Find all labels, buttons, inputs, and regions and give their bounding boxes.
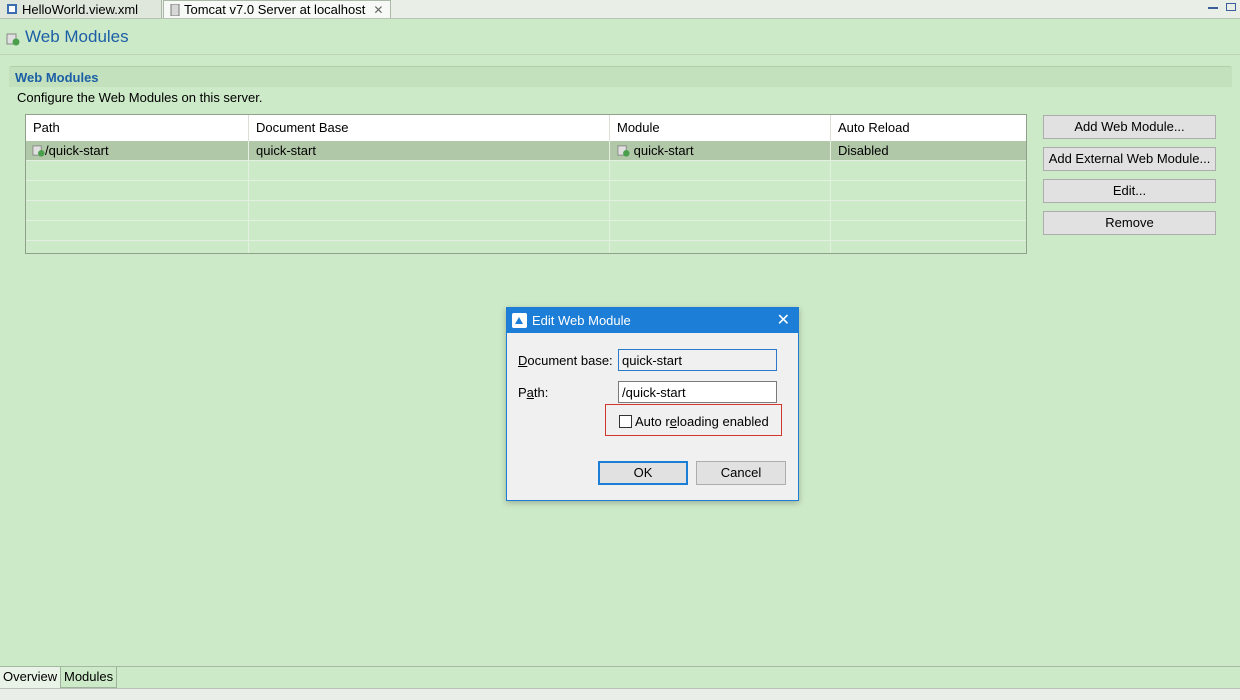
table-row-empty <box>26 181 1026 201</box>
server-file-icon <box>170 3 180 16</box>
tab-modules[interactable]: Modules <box>60 667 118 688</box>
table-row[interactable]: /quick-start quick-start quick-start Dis… <box>26 141 1026 161</box>
tab-tomcat-server[interactable]: Tomcat v7.0 Server at localhost ✕ <box>163 0 391 18</box>
column-header-path[interactable]: Path <box>26 115 249 141</box>
minimize-icon[interactable] <box>1208 7 1218 9</box>
editor-tab-bar: HelloWorld.view.xml Tomcat v7.0 Server a… <box>0 0 1240 19</box>
cell-document-base: quick-start <box>249 141 610 161</box>
ok-button[interactable]: OK <box>598 461 688 485</box>
cell-module: quick-start <box>610 141 831 161</box>
section-title-bar <box>9 66 1232 87</box>
tab-label: Tomcat v7.0 Server at localhost <box>184 2 366 17</box>
table-row-empty <box>26 241 1026 253</box>
editor-page-tabs: Overview Modules <box>0 666 1240 688</box>
column-header-document-base[interactable]: Document Base <box>249 115 610 141</box>
path-input[interactable] <box>618 381 777 403</box>
path-label: Path: <box>518 385 548 400</box>
cell-path: /quick-start <box>26 141 249 161</box>
path-text: /quick-start <box>45 143 109 158</box>
table-row-empty <box>26 161 1026 181</box>
document-base-input[interactable] <box>618 349 777 371</box>
document-base-label-rest: ocument base: <box>527 353 613 368</box>
tab-helloworld-view-xml[interactable]: HelloWorld.view.xml <box>0 0 162 18</box>
cancel-button[interactable]: Cancel <box>696 461 786 485</box>
add-web-module-button[interactable]: Add Web Module... <box>1043 115 1216 139</box>
remove-button[interactable]: Remove <box>1043 211 1216 235</box>
xml-file-icon <box>7 4 17 14</box>
dialog-title-bar[interactable]: Edit Web Module ✕ <box>507 308 798 333</box>
column-header-module[interactable]: Module <box>610 115 831 141</box>
web-module-icon <box>6 33 20 46</box>
maximize-icon[interactable] <box>1226 3 1236 11</box>
status-bar <box>0 688 1240 700</box>
column-header-auto-reload[interactable]: Auto Reload <box>831 115 1026 141</box>
page-title: Web Modules <box>25 27 129 46</box>
dialog-app-icon <box>512 313 527 328</box>
edit-web-module-dialog: Edit Web Module ✕ Document base: Path: A… <box>506 307 799 501</box>
edit-button[interactable]: Edit... <box>1043 179 1216 203</box>
document-base-label: Document base: <box>518 353 613 368</box>
add-external-web-module-button[interactable]: Add External Web Module... <box>1043 147 1216 171</box>
table-header: Path Document Base Module Auto Reload <box>26 115 1026 142</box>
dialog-title: Edit Web Module <box>532 313 631 328</box>
section-title[interactable]: Web Modules <box>15 70 99 85</box>
form-header: Web Modules <box>0 19 1240 55</box>
view-controls <box>1208 0 1236 14</box>
tab-label: HelloWorld.view.xml <box>22 1 139 17</box>
table-row-empty <box>26 221 1026 241</box>
cell-auto-reload: Disabled <box>838 143 889 158</box>
section-description: Configure the Web Modules on this server… <box>17 90 263 105</box>
auto-reload-checkbox[interactable] <box>619 415 632 428</box>
module-text: quick-start <box>633 143 694 158</box>
path-label-text: Path: <box>518 385 549 400</box>
close-icon[interactable]: ✕ <box>777 310 790 330</box>
web-module-icon <box>32 145 45 157</box>
tab-overview[interactable]: Overview <box>0 667 61 688</box>
auto-reload-label[interactable]: Auto reloading enabled <box>635 414 769 429</box>
table-row-empty <box>26 201 1026 221</box>
close-tab-icon[interactable]: ✕ <box>373 3 383 17</box>
project-icon <box>617 145 630 157</box>
web-modules-table[interactable]: Path Document Base Module Auto Reload /q… <box>25 114 1027 254</box>
